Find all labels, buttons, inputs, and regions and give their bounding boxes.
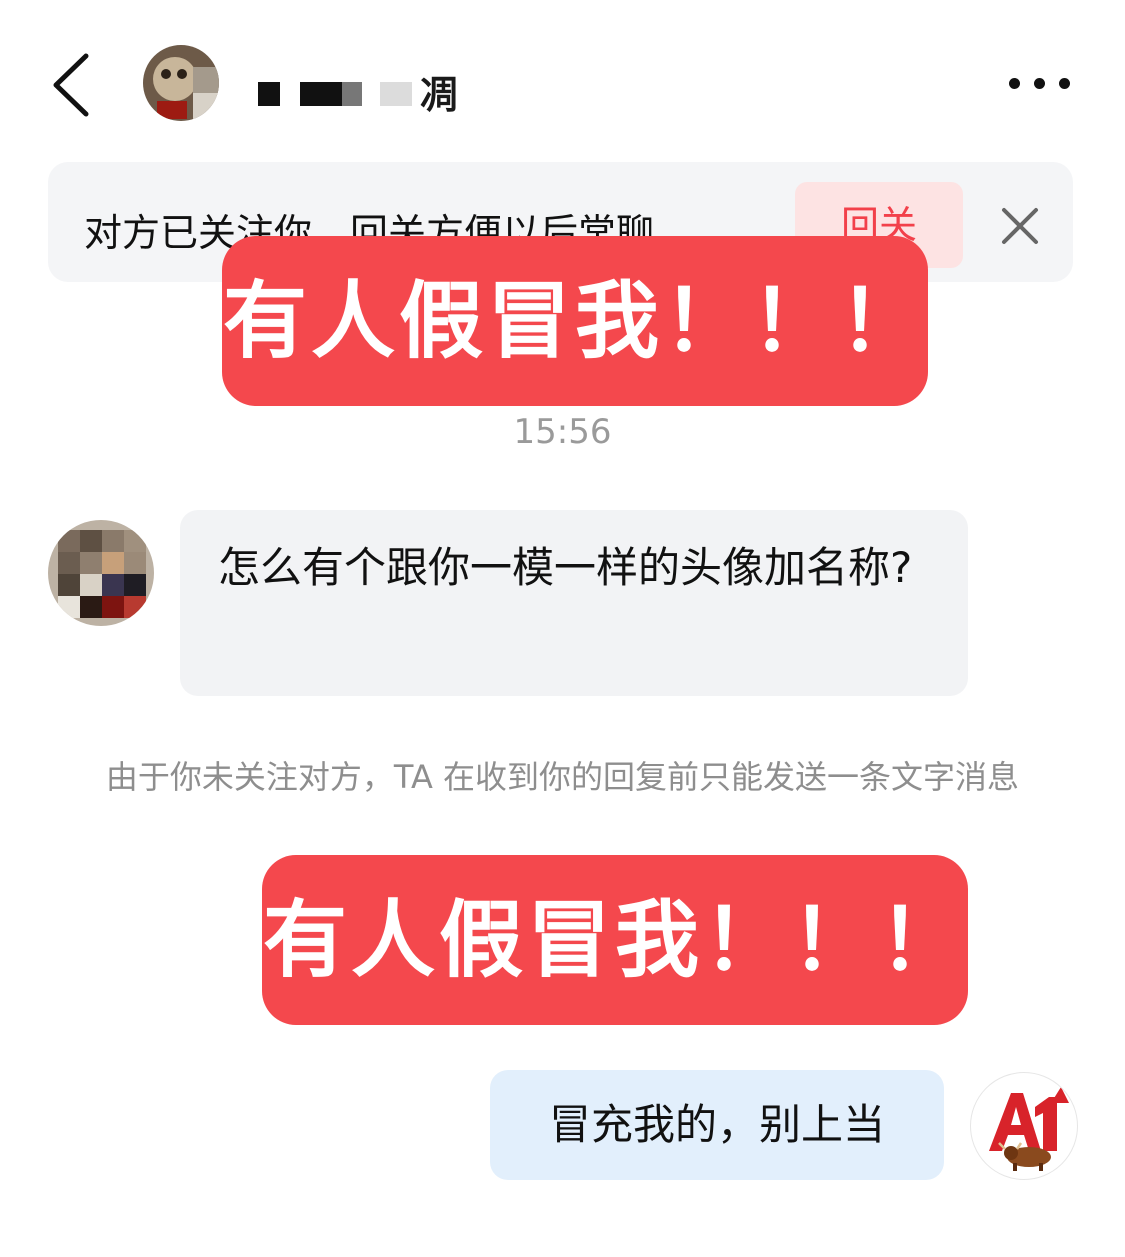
more-horizontal-icon[interactable]	[1005, 74, 1075, 94]
contact-name-visible: 凋	[420, 73, 459, 117]
logo-icon	[989, 1087, 1069, 1171]
message-timestamp: 15:56	[513, 412, 612, 452]
contact-avatar[interactable]	[143, 45, 219, 121]
outgoing-message-text: 冒充我的，别上当	[548, 1100, 885, 1149]
incoming-message-text: 怎么有个跟你一模一样的头像加名称?	[218, 543, 913, 592]
sender-avatar[interactable]	[48, 520, 154, 626]
chevron-left-icon[interactable]	[46, 50, 96, 120]
my-avatar[interactable]	[970, 1072, 1078, 1180]
outgoing-message-bubble[interactable]: 冒充我的，别上当	[490, 1070, 944, 1180]
close-icon[interactable]	[998, 204, 1042, 248]
system-notice: 由于你未关注对方，TA 在收到你的回复前只能发送一条文字消息	[105, 758, 1020, 796]
impersonation-warning-overlay-2: 有人假冒我！！！	[262, 855, 968, 1025]
impersonation-warning-overlay: 有人假冒我！！！	[222, 236, 928, 406]
chat-screen: 凋 对方已关注你，回关方便以后常聊 回关 15:56 怎么有个跟你一模一样的头像…	[0, 0, 1125, 1257]
incoming-message-bubble[interactable]: 怎么有个跟你一模一样的头像加名称?	[180, 510, 968, 696]
